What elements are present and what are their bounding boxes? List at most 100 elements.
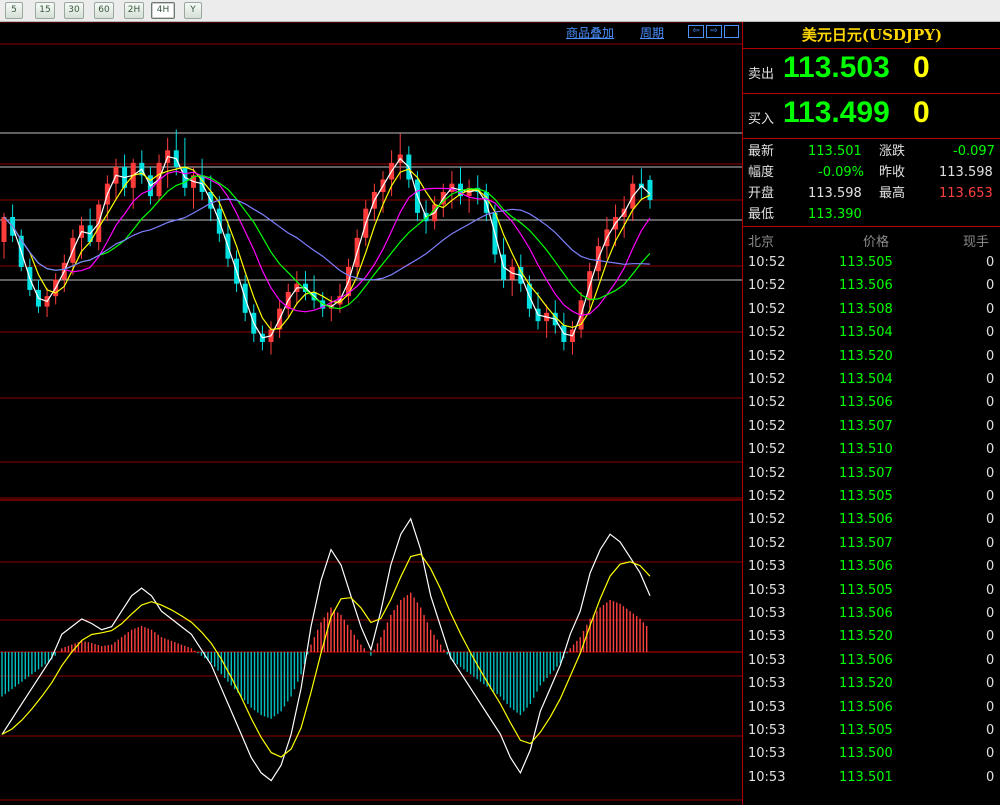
period-button-5[interactable]: 5 <box>5 2 23 19</box>
tick-time: 10:52 <box>748 535 786 551</box>
prev-close-label: 昨收 <box>879 165 906 180</box>
tick-price: 113.505 <box>839 255 893 270</box>
macd-dea-line <box>1 553 651 758</box>
period-button-2h[interactable]: 2H <box>124 2 144 19</box>
tick-price: 113.501 <box>839 769 893 785</box>
tick-volume: 0 <box>986 606 995 621</box>
ticks-header-price: 价格 <box>863 235 890 250</box>
tick-time: 10:52 <box>748 348 786 364</box>
ticks-header-time: 北京 <box>748 235 775 250</box>
sell-volume: 0 <box>913 51 930 84</box>
tick-time: 10:52 <box>748 255 786 270</box>
tick-time: 10:53 <box>748 676 786 692</box>
tick-time: 10:52 <box>748 395 786 411</box>
tick-row: 10:53 113.506 0 <box>743 555 1000 578</box>
tick-price: 113.505 <box>839 489 893 504</box>
tick-time: 10:53 <box>748 769 786 785</box>
tick-row: 10:52 113.504 0 <box>743 321 1000 344</box>
tick-time: 10:52 <box>748 301 786 317</box>
tick-row: 10:52 113.507 0 <box>743 415 1000 438</box>
window-icon[interactable] <box>724 25 739 38</box>
tick-volume: 0 <box>986 255 995 270</box>
tick-row: 10:53 113.505 0 <box>743 719 1000 742</box>
ma-line <box>3 155 651 339</box>
macd-dif-line <box>1 517 651 782</box>
tick-price: 113.506 <box>839 606 893 621</box>
tick-price: 113.500 <box>839 746 893 762</box>
tick-price: 113.520 <box>839 676 893 692</box>
tick-row: 10:52 113.506 0 <box>743 391 1000 414</box>
tick-price: 113.506 <box>839 559 893 575</box>
tick-price: 113.504 <box>839 372 893 387</box>
tick-row: 10:52 113.507 0 <box>743 532 1000 555</box>
tick-row: 10:52 113.508 0 <box>743 298 1000 321</box>
period-button-60[interactable]: 60 <box>94 2 114 19</box>
ticks-header: 北京 价格 现手 <box>743 228 1000 250</box>
high-label: 最高 <box>879 186 906 201</box>
period-button-30[interactable]: 30 <box>64 2 84 19</box>
prev-close-value: 113.598 <box>939 165 993 180</box>
tick-row: 10:52 113.505 0 <box>743 485 1000 508</box>
ma-line <box>3 170 651 317</box>
period-button-4h[interactable]: 4H <box>151 2 175 19</box>
tick-volume: 0 <box>986 348 995 364</box>
buy-quote[interactable]: 买入 113.499 0 <box>743 94 1000 139</box>
tick-price: 113.506 <box>839 278 893 294</box>
tick-volume: 0 <box>986 769 995 785</box>
tick-row: 10:52 113.507 0 <box>743 462 1000 485</box>
tick-time: 10:52 <box>748 278 786 294</box>
tick-time: 10:52 <box>748 372 786 387</box>
scroll-right-icon[interactable]: ⇨ <box>706 25 722 38</box>
buy-price: 113.499 <box>783 96 890 129</box>
overlay-menu-link[interactable]: 商品叠加 <box>566 24 614 41</box>
tick-time: 10:53 <box>748 652 786 668</box>
period-button-y[interactable]: Y <box>184 2 202 19</box>
chart-area[interactable]: 商品叠加 周期 ⇦ ⇨ <box>0 22 742 805</box>
tick-row: 10:53 113.520 0 <box>743 672 1000 695</box>
tick-volume: 0 <box>986 442 995 458</box>
sell-quote[interactable]: 卖出 113.503 0 <box>743 49 1000 94</box>
tick-volume: 0 <box>986 746 995 762</box>
tick-row: 10:53 113.500 0 <box>743 742 1000 765</box>
tick-time: 10:52 <box>748 418 786 434</box>
tick-time: 10:53 <box>748 629 786 645</box>
tick-price: 113.507 <box>839 535 893 551</box>
tick-volume: 0 <box>986 582 995 598</box>
tick-row: 10:52 113.506 0 <box>743 274 1000 297</box>
tick-volume: 0 <box>986 535 995 551</box>
change-value: -0.097 <box>953 144 995 159</box>
candlestick-chart[interactable] <box>0 22 742 805</box>
buy-volume: 0 <box>913 96 930 129</box>
tick-volume: 0 <box>986 465 995 481</box>
tick-volume: 0 <box>986 723 995 738</box>
tick-time: 10:53 <box>748 582 786 598</box>
tick-price: 113.506 <box>839 699 893 715</box>
last-label: 最新 <box>748 144 775 159</box>
open-label: 开盘 <box>748 186 775 201</box>
tick-volume: 0 <box>986 372 995 387</box>
sell-label: 卖出 <box>748 67 775 82</box>
tick-price: 113.510 <box>839 442 893 458</box>
range-label: 幅度 <box>748 165 775 180</box>
change-label: 涨跌 <box>879 144 906 159</box>
tick-price: 113.508 <box>839 301 893 317</box>
tick-price: 113.506 <box>839 512 893 528</box>
period-menu-link[interactable]: 周期 <box>640 24 664 41</box>
scroll-left-icon[interactable]: ⇦ <box>688 25 704 38</box>
grid-layer <box>0 22 742 801</box>
tick-row: 10:52 113.510 0 <box>743 438 1000 461</box>
open-value: 113.598 <box>808 186 862 201</box>
period-button-15[interactable]: 15 <box>35 2 55 19</box>
tick-time: 10:53 <box>748 746 786 762</box>
low-value: 113.390 <box>808 207 862 222</box>
tick-row: 10:53 113.506 0 <box>743 649 1000 672</box>
low-label: 最低 <box>748 207 775 222</box>
tick-time: 10:52 <box>748 465 786 481</box>
tick-row: 10:53 113.505 0 <box>743 579 1000 602</box>
tick-time: 10:52 <box>748 325 786 341</box>
last-value: 113.501 <box>808 144 862 159</box>
moving-averages <box>3 155 651 339</box>
tick-row: 10:52 113.520 0 <box>743 345 1000 368</box>
high-value: 113.653 <box>939 186 993 201</box>
candle-body <box>647 179 653 201</box>
